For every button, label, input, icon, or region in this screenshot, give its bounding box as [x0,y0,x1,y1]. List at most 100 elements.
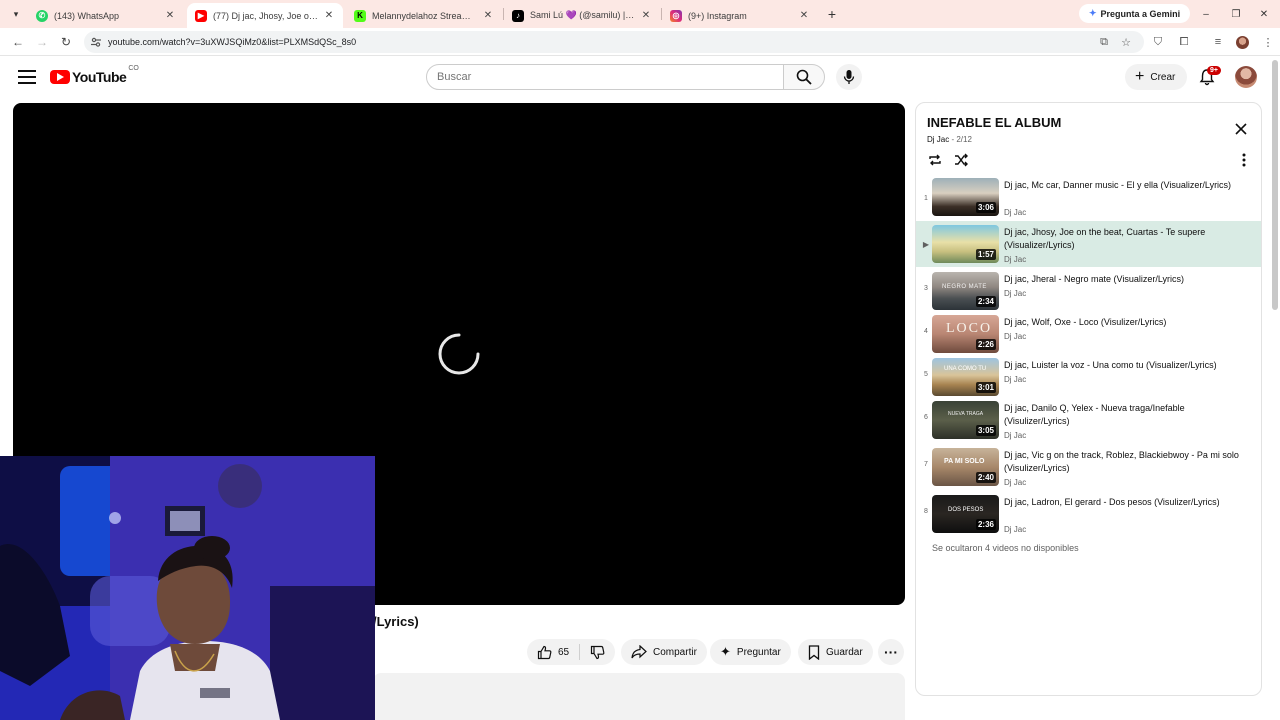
playlist-item[interactable]: 4 LOCO 2:26 Dj jac, Wolf, Oxe - Loco (Vi… [916,311,1261,357]
duration-badge: 3:06 [975,202,996,213]
playlist-item-index: 6 [924,414,928,421]
shuffle-icon[interactable] [953,152,969,168]
kick-icon: K [354,9,366,22]
voice-search-button[interactable] [836,64,862,90]
playlist-video-title[interactable]: Dj jac, Jhosy, Joe on the beat, Cuartas … [1004,226,1239,252]
save-button[interactable]: Guardar [798,639,873,665]
page-scrollbar[interactable] [1272,60,1278,310]
browser-tab-whatsapp[interactable]: ✆ (143) WhatsApp ✕ [28,3,184,28]
video-thumbnail[interactable]: LOCO 2:26 [932,315,999,353]
playlist-video-title[interactable]: Dj jac, Luister la voz - Una como tu (Vi… [1004,359,1239,372]
youtube-play-icon [50,70,70,84]
close-icon[interactable]: ✕ [482,10,494,21]
extensions-icon[interactable]: ⧠ [1176,34,1192,50]
menu-icon[interactable] [18,70,36,84]
video-thumbnail[interactable]: UNA COMO TU 3:01 [932,358,999,396]
now-playing-icon: ▶ [922,240,930,249]
video-thumbnail[interactable]: NUEVA TRAGA 3:05 [932,401,999,439]
new-tab-button[interactable]: + [823,5,841,23]
tab-search-icon[interactable]: ▾ [8,6,24,22]
restore-icon[interactable]: ❐ [1228,6,1244,22]
like-count: 65 [558,646,570,658]
logo-wordmark: YouTube [72,69,127,85]
playlist-video-title[interactable]: Dj jac, Ladron, El gerard - Dos pesos (V… [1004,496,1239,509]
playlist-video-title[interactable]: Dj jac, Jheral - Negro mate (Visualizer/… [1004,273,1239,286]
playlist-item[interactable]: 7 PA MI SOLO 2:40 Dj jac, Vic g on the t… [916,444,1261,490]
bookmark-star-icon[interactable]: ☆ [1118,34,1134,50]
browser-tab-kick[interactable]: K Melannydelahoz Stream - Wate ✕ [346,3,502,28]
playlist-item[interactable]: 5 UNA COMO TU 3:01 Dj jac, Luister la vo… [916,354,1261,400]
more-actions-button[interactable]: ··· [878,639,904,665]
thumbs-down-icon [591,645,605,659]
playlist-channel[interactable]: Dj Jac [927,135,949,144]
reload-icon[interactable]: ↻ [58,34,74,50]
sparkle-icon: ✦ [720,644,731,659]
thumbnail-text: LOCO [946,321,993,336]
close-icon[interactable]: ✕ [798,10,810,21]
video-thumbnail[interactable]: DOS PESOS 2:36 [932,495,999,533]
dislike-button[interactable] [580,639,615,665]
address-bar[interactable]: youtube.com/watch?v=3uXWJSQiMz0&list=PLX… [84,31,1144,53]
profile-avatar-icon[interactable] [1234,34,1250,50]
playlist-video-channel: Dj Jac [1004,375,1027,384]
account-avatar[interactable] [1235,66,1257,88]
playlist-more-icon[interactable] [1236,152,1252,168]
shield-icon[interactable]: ⛉ [1150,34,1166,50]
back-icon[interactable]: ← [10,34,26,50]
share-arrow-icon [631,645,647,659]
search-input[interactable] [426,64,784,90]
playlist-video-title[interactable]: Dj jac, Mc car, Danner music - El y ella… [1004,179,1239,192]
forward-icon[interactable]: → [34,34,50,50]
video-title: /Lyrics) [373,614,419,629]
playlist-item[interactable]: 1 3:06 Dj jac, Mc car, Danner music - El… [916,174,1261,220]
share-label: Compartir [653,646,697,658]
country-code: CO [128,65,139,72]
playlist-video-title[interactable]: Dj jac, Danilo Q, Yelex - Nueva traga/In… [1004,402,1239,428]
close-icon[interactable]: ✕ [640,10,652,21]
browser-tab-instagram[interactable]: ◎ (9+) Instagram ✕ [662,3,818,28]
playlist-video-title[interactable]: Dj jac, Vic g on the track, Roblez, Blac… [1004,449,1239,475]
like-button[interactable]: 65 [527,639,579,665]
video-thumbnail[interactable]: 3:06 [932,178,999,216]
playlist-item-current[interactable]: ▶ 1:57 Dj jac, Jhosy, Joe on the beat, C… [916,221,1261,267]
description-box[interactable] [373,673,905,720]
duration-badge: 3:05 [975,425,996,436]
playlist-video-channel: Dj Jac [1004,289,1027,298]
site-settings-icon[interactable] [90,36,102,48]
gemini-button[interactable]: ✦ Pregunta a Gemini [1079,4,1191,23]
create-label: Crear [1150,71,1176,83]
playlist-item[interactable]: 8 DOS PESOS 2:36 Dj jac, Ladron, El gera… [916,491,1261,537]
close-icon[interactable]: ✕ [164,10,176,21]
more-horizontal-icon: ··· [884,644,898,660]
playlist-item-index: 5 [924,371,928,378]
create-button[interactable]: + Crear [1125,64,1188,90]
browser-tab-youtube[interactable]: ▶ (77) Dj jac, Jhosy, Joe on the be ✕ [187,3,343,28]
video-thumbnail[interactable]: NEGRO MATE 2:34 [932,272,999,310]
playlist-video-title[interactable]: Dj jac, Wolf, Oxe - Loco (Visulizer/Lyri… [1004,316,1239,329]
hidden-videos-note: Se ocultaron 4 videos no disponibles [932,543,1079,553]
youtube-header: YouTube CO + Crear 9+ [0,56,1280,100]
playlist-title[interactable]: INEFABLE EL ALBUM [927,115,1061,130]
url-text: youtube.com/watch?v=3uXWJSQiMz0&list=PLX… [108,37,357,47]
browser-menu-icon[interactable]: ⋮ [1260,34,1276,50]
close-playlist-icon[interactable] [1234,122,1248,136]
loop-icon[interactable] [927,152,943,168]
close-icon[interactable]: ✕ [323,10,335,21]
share-button[interactable]: Compartir [621,639,707,665]
video-thumbnail[interactable]: PA MI SOLO 2:40 [932,448,999,486]
playlist-item[interactable]: 3 NEGRO MATE 2:34 Dj jac, Jheral - Negro… [916,268,1261,314]
ask-button[interactable]: ✦ Preguntar [710,639,791,665]
video-thumbnail[interactable]: 1:57 [932,225,999,263]
browser-tabstrip: ▾ ✆ (143) WhatsApp ✕ ▶ (77) Dj jac, Jhos… [0,0,1280,28]
thumbnail-text: NUEVA TRAGA [948,411,984,417]
search-button[interactable] [783,64,825,90]
browser-tab-tiktok[interactable]: ♪ Sami Lú 💜 (@samilu) | TikTok ✕ [504,3,660,28]
save-label: Guardar [826,646,863,658]
media-controls-icon[interactable]: ≡ [1210,34,1226,50]
playlist-item[interactable]: 6 NUEVA TRAGA 3:05 Dj jac, Danilo Q, Yel… [916,397,1261,443]
gemini-label: Pregunta a Gemini [1100,8,1181,19]
window-close-icon[interactable]: ✕ [1256,6,1272,22]
youtube-logo[interactable]: YouTube CO [50,65,139,85]
minimize-icon[interactable]: – [1198,6,1214,22]
install-app-icon[interactable]: ⧉ [1096,34,1112,50]
